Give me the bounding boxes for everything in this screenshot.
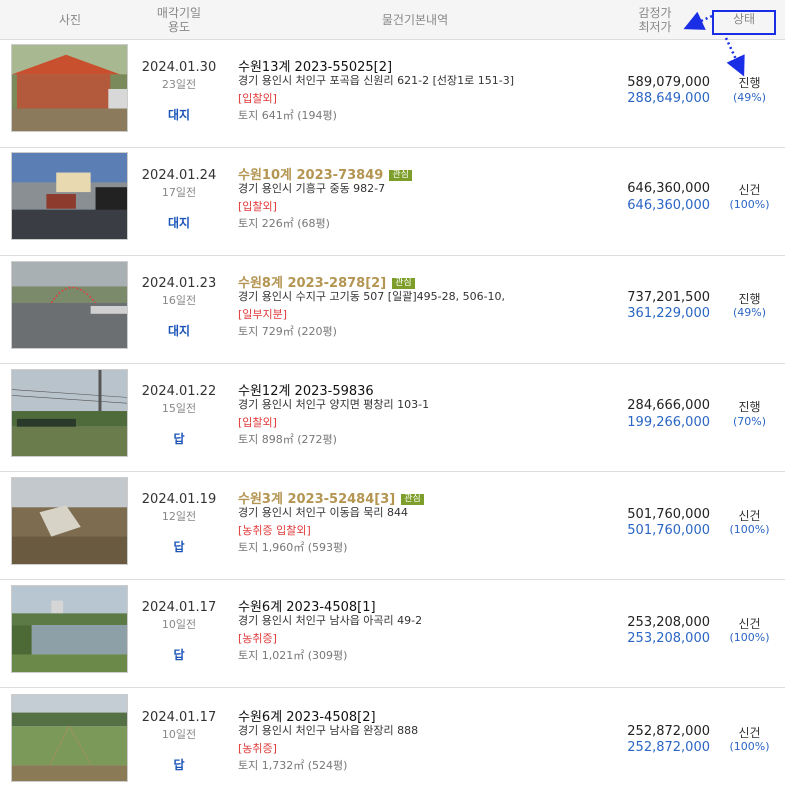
land-area: 토지 1,960㎡ (593평) bbox=[238, 541, 348, 554]
table-row[interactable]: 2024.01.24 17일전 대지 수원10계 2023-73849 관심 경기… bbox=[0, 148, 785, 256]
header-date-use[interactable]: 매각기일 용도 bbox=[142, 6, 216, 34]
minimum-price: 646,360,000 bbox=[627, 198, 710, 213]
appraised-price: 501,760,000 bbox=[627, 507, 710, 522]
table-header: 사진 매각기일 용도 물건기본내역 감정가 최저가 상태 bbox=[0, 0, 785, 40]
status-percent: (49%) bbox=[732, 91, 767, 104]
status: 진행 bbox=[738, 400, 761, 414]
sale-date: 2024.01.19 bbox=[141, 492, 217, 507]
header-price[interactable]: 감정가 최저가 bbox=[615, 6, 695, 34]
address: 경기 용인시 수지구 고기동 507 [일괄]495-28, 506-10, bbox=[238, 290, 506, 303]
land-use: 대지 bbox=[167, 108, 191, 122]
land-area: 토지 898㎡ (272평) bbox=[238, 433, 337, 446]
appraised-price: 252,872,000 bbox=[627, 724, 710, 739]
appraised-price: 253,208,000 bbox=[627, 615, 710, 630]
status-percent: (100%) bbox=[729, 523, 770, 536]
table-row[interactable]: 2024.01.30 23일전 대지 수원13계 2023-55025[2] 경… bbox=[0, 40, 785, 148]
appraised-price: 589,079,000 bbox=[627, 75, 710, 90]
table-row[interactable]: 2024.01.23 16일전 대지 수원8계 2023-2878[2] 관심 경… bbox=[0, 256, 785, 364]
property-photo[interactable] bbox=[11, 44, 128, 132]
land-use: 답 bbox=[173, 758, 185, 772]
address: 경기 용인시 처인구 남사읍 완장리 888 bbox=[238, 724, 419, 737]
tags: [입찰외] bbox=[238, 200, 277, 213]
header-photo: 사진 bbox=[58, 13, 82, 27]
minimum-price: 253,208,000 bbox=[627, 631, 710, 646]
days-ago: 12일전 bbox=[161, 510, 197, 523]
header-use-label: 용도 bbox=[167, 20, 191, 34]
days-ago: 15일전 bbox=[161, 402, 197, 415]
days-ago: 16일전 bbox=[161, 294, 197, 307]
status-percent: (70%) bbox=[732, 415, 767, 428]
land-area: 토지 1,732㎡ (524평) bbox=[238, 759, 348, 772]
header-info: 물건기본내역 bbox=[381, 13, 449, 27]
tags: [농취증 입찰외] bbox=[238, 524, 311, 537]
land-area: 토지 1,021㎡ (309평) bbox=[238, 649, 348, 662]
table-row[interactable]: 2024.01.17 10일전 답 수원6계 2023-4508[1] 경기 용… bbox=[0, 580, 785, 688]
land-use: 답 bbox=[173, 540, 185, 554]
days-ago: 23일전 bbox=[161, 78, 197, 91]
address: 경기 용인시 처인구 포곡읍 신원리 621-2 [선장1로 151-3] bbox=[238, 74, 515, 87]
minimum-price: 501,760,000 bbox=[627, 523, 710, 538]
status-percent: (100%) bbox=[729, 198, 770, 211]
header-date-label: 매각기일 bbox=[156, 6, 202, 20]
property-photo[interactable] bbox=[11, 369, 128, 457]
sale-date: 2024.01.17 bbox=[141, 710, 217, 725]
property-photo[interactable] bbox=[11, 477, 128, 565]
tags: [농취증] bbox=[238, 632, 277, 645]
land-use: 대지 bbox=[167, 216, 191, 230]
land-use: 답 bbox=[173, 648, 185, 662]
address: 경기 용인시 처인구 이동읍 묵리 844 bbox=[238, 506, 409, 519]
property-photo[interactable] bbox=[11, 152, 128, 240]
appraised-price: 737,201,500 bbox=[627, 290, 710, 305]
land-area: 토지 641㎡ (194평) bbox=[238, 109, 337, 122]
property-photo[interactable] bbox=[11, 694, 128, 782]
table-row[interactable]: 2024.01.19 12일전 답 수원3계 2023-52484[3] 관심 경… bbox=[0, 472, 785, 580]
address: 경기 용인시 처인구 양지면 평창리 103-1 bbox=[238, 398, 430, 411]
sale-date: 2024.01.17 bbox=[141, 600, 217, 615]
status: 신건 bbox=[738, 183, 761, 197]
status-percent: (100%) bbox=[729, 740, 770, 753]
table-row[interactable]: 2024.01.17 10일전 답 수원6계 2023-4508[2] 경기 용… bbox=[0, 688, 785, 786]
status: 신건 bbox=[738, 617, 761, 631]
land-use: 답 bbox=[173, 432, 185, 446]
address: 경기 용인시 처인구 남사읍 아곡리 49-2 bbox=[238, 614, 423, 627]
status-percent: (49%) bbox=[732, 306, 767, 319]
header-status-highlighted[interactable]: 상태 bbox=[712, 10, 776, 35]
status: 진행 bbox=[738, 292, 761, 306]
sale-date: 2024.01.30 bbox=[141, 60, 217, 75]
tags: [입찰외] bbox=[238, 92, 277, 105]
status: 신건 bbox=[738, 509, 761, 523]
days-ago: 10일전 bbox=[161, 728, 197, 741]
appraised-price: 284,666,000 bbox=[627, 398, 710, 413]
address: 경기 용인시 기흥구 중동 982-7 bbox=[238, 182, 386, 195]
sale-date: 2024.01.24 bbox=[141, 168, 217, 183]
status-percent: (100%) bbox=[729, 631, 770, 644]
land-use: 대지 bbox=[167, 324, 191, 338]
land-area: 토지 729㎡ (220평) bbox=[238, 325, 337, 338]
sale-date: 2024.01.23 bbox=[141, 276, 217, 291]
minimum-price: 288,649,000 bbox=[627, 91, 710, 106]
header-appraised-label: 감정가 bbox=[638, 6, 672, 20]
land-area: 토지 226㎡ (68평) bbox=[238, 217, 330, 230]
minimum-price: 361,229,000 bbox=[627, 306, 710, 321]
sale-date: 2024.01.22 bbox=[141, 384, 217, 399]
header-minimum-label: 최저가 bbox=[638, 20, 672, 34]
status: 신건 bbox=[738, 726, 761, 740]
property-photo[interactable] bbox=[11, 585, 128, 673]
days-ago: 10일전 bbox=[161, 618, 197, 631]
interest-badge: 관심 bbox=[389, 170, 412, 181]
appraised-price: 646,360,000 bbox=[627, 181, 710, 196]
minimum-price: 252,872,000 bbox=[627, 740, 710, 755]
tags: [입찰외] bbox=[238, 416, 277, 429]
property-photo[interactable] bbox=[11, 261, 128, 349]
table-row[interactable]: 2024.01.22 15일전 답 수원12계 2023-59836 경기 용인… bbox=[0, 364, 785, 472]
tags: [일부지분] bbox=[238, 308, 288, 321]
tags: [농취증] bbox=[238, 742, 277, 755]
status: 진행 bbox=[738, 76, 761, 90]
days-ago: 17일전 bbox=[161, 186, 197, 199]
minimum-price: 199,266,000 bbox=[627, 415, 710, 430]
